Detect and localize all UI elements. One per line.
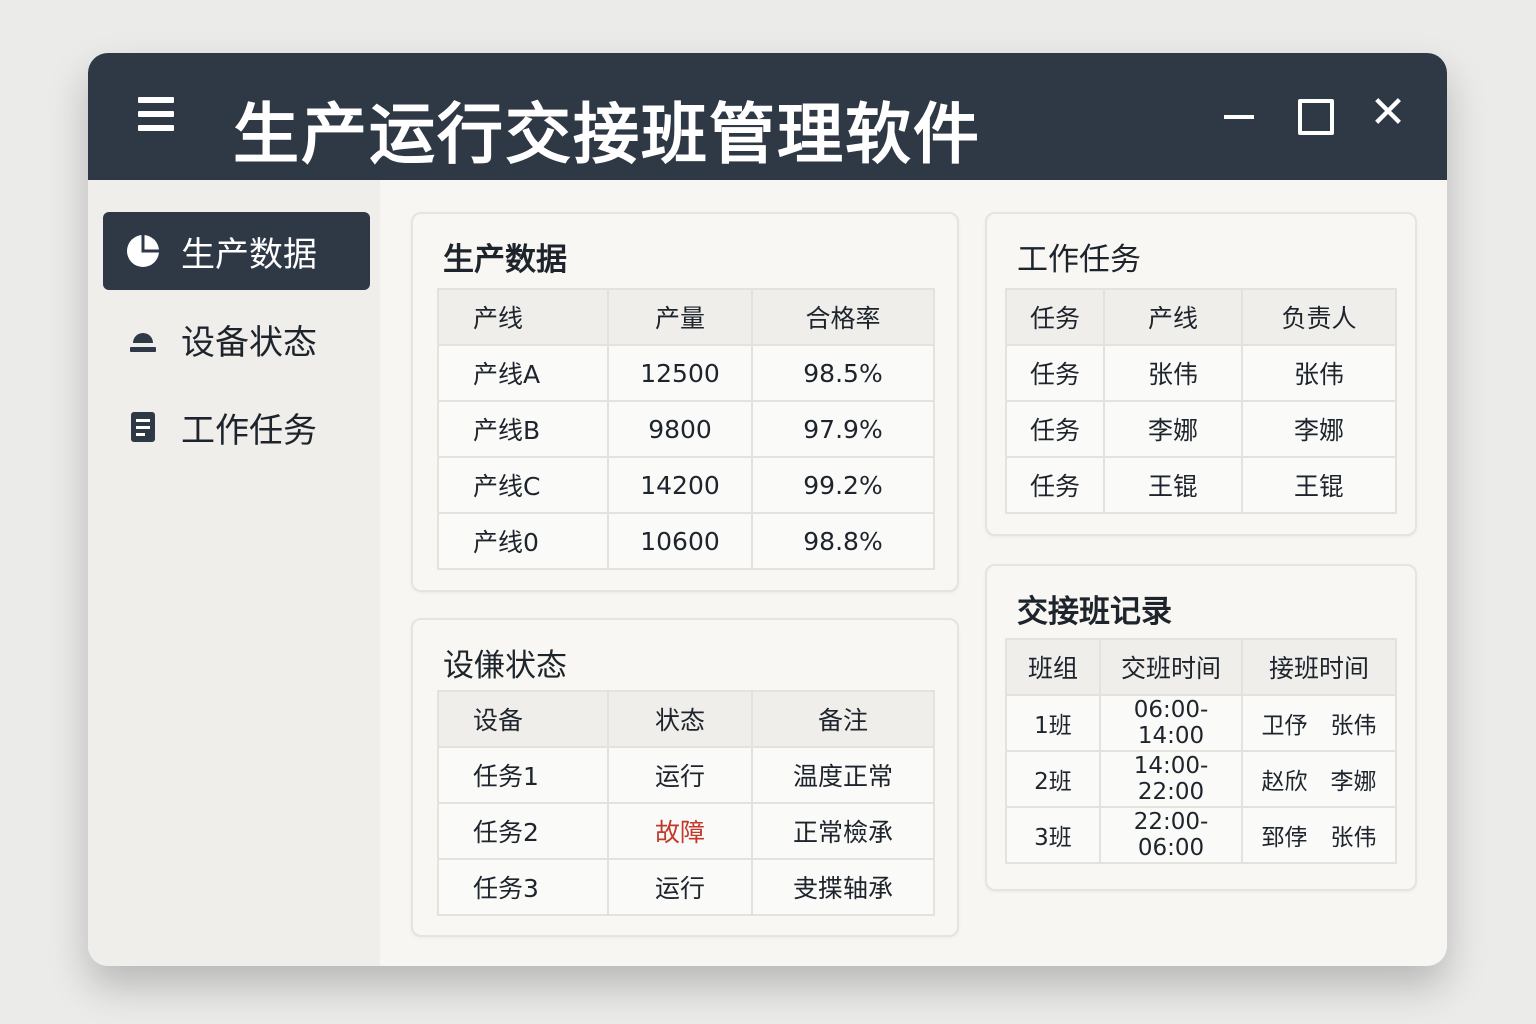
table-cell: 1班 [1005, 694, 1101, 752]
hamburger-menu-icon[interactable] [138, 97, 174, 135]
table-cell: 任务 [1005, 400, 1105, 458]
table-cell: 王锟 [1241, 456, 1397, 514]
minimize-button[interactable] [1218, 93, 1266, 141]
device-icon [125, 321, 161, 357]
table-cell: 郅侼 张伟 [1241, 806, 1397, 864]
production-table: 产线 产量 合格率 产线A 12500 98.5% 产线B 9800 97.9% 产线C 14… [437, 288, 935, 570]
table-cell: 任务2 [437, 802, 609, 860]
table-cell: 任务1 [437, 746, 609, 804]
table-cell: 赵欣 李娜 [1241, 750, 1397, 808]
column-header: 备注 [751, 690, 935, 748]
panel-title: 交接班记录 [1017, 594, 1172, 630]
equipment-table: 设备 状态 备注 任务1 运行 温度正常 任务2 故障 正常檢承 任务3 运行 叏揲轴承 [437, 690, 935, 916]
app-window: 生产运行交接班管理软件 ✕ 生产数据 设备状态 工作任务 生产数据 产线 产量 合格… [88, 53, 1447, 966]
table-row: 2班 14:00-22:00 赵欣 李娜 [1005, 750, 1397, 808]
column-header: 接班时间 [1241, 638, 1397, 696]
sidebar-item-equipment-status[interactable]: 设备状态 [103, 300, 370, 378]
table-cell: 98.8% [751, 512, 935, 570]
table-cell: 3班 [1005, 806, 1101, 864]
table-row: 任务3 运行 叏揲轴承 [437, 858, 935, 916]
shift-records-panel: 交接班记录 班组 交班时间 接班时间 1班 06:00-14:00 卫伃 张伟 2班 14… [985, 564, 1417, 891]
table-cell: 14200 [607, 456, 753, 514]
sidebar: 生产数据 设备状态 工作任务 [88, 180, 380, 966]
table-cell: 张伟 [1241, 344, 1397, 402]
table-cell: 运行 [607, 858, 753, 916]
sidebar-item-label: 设备状态 [181, 322, 317, 363]
table-cell: 14:00-22:00 [1099, 750, 1243, 808]
table-row: 产线B 9800 97.9% [437, 400, 935, 458]
column-header: 合格率 [751, 288, 935, 346]
column-header: 负责人 [1241, 288, 1397, 346]
table-row: 3班 22:00-06:00 郅侼 张伟 [1005, 806, 1397, 864]
table-cell: 温度正常 [751, 746, 935, 804]
table-cell: 产线0 [437, 512, 609, 570]
table-cell: 产线C [437, 456, 609, 514]
column-header: 产线 [437, 288, 609, 346]
table-cell: 产线A [437, 344, 609, 402]
table-cell: 10600 [607, 512, 753, 570]
production-data-panel: 生产数据 产线 产量 合格率 产线A 12500 98.5% 产线B 9800 97.9% … [411, 212, 959, 592]
table-row: 任务2 故障 正常檢承 [437, 802, 935, 860]
shifts-table: 班组 交班时间 接班时间 1班 06:00-14:00 卫伃 张伟 2班 14:00-22… [1005, 638, 1397, 864]
pie-chart-icon [125, 233, 161, 269]
table-cell: 李娜 [1103, 400, 1243, 458]
document-icon [125, 409, 161, 445]
table-cell: 22:00-06:00 [1099, 806, 1243, 864]
table-cell: 正常檢承 [751, 802, 935, 860]
table-cell: 叏揲轴承 [751, 858, 935, 916]
table-cell: 任务 [1005, 344, 1105, 402]
column-header: 任务 [1005, 288, 1105, 346]
column-header: 产线 [1103, 288, 1243, 346]
table-cell: 李娜 [1241, 400, 1397, 458]
column-header: 交班时间 [1099, 638, 1243, 696]
table-cell: 运行 [607, 746, 753, 804]
app-title: 生产运行交接班管理软件 [233, 96, 981, 173]
table-cell: 97.9% [751, 400, 935, 458]
table-cell: 99.2% [751, 456, 935, 514]
sidebar-item-production-data[interactable]: 生产数据 [103, 212, 370, 290]
equipment-status-panel: 设傔状态 设备 状态 备注 任务1 运行 温度正常 任务2 故障 正常檢承 任务3 运行 叏揲轴… [411, 618, 959, 937]
table-row: 任务 李娜 李娜 [1005, 400, 1397, 458]
table-row: 任务1 运行 温度正常 [437, 746, 935, 804]
table-row: 任务 王锟 王锟 [1005, 456, 1397, 514]
panel-title: 生产数据 [443, 242, 567, 278]
table-cell: 王锟 [1103, 456, 1243, 514]
sidebar-item-label: 工作任务 [181, 410, 317, 451]
sidebar-item-label: 生产数据 [181, 234, 317, 275]
table-cell: 卫伃 张伟 [1241, 694, 1397, 752]
table-cell: 任务 [1005, 456, 1105, 514]
column-header: 状态 [607, 690, 753, 748]
table-cell: 产线B [437, 400, 609, 458]
table-row: 产线C 14200 99.2% [437, 456, 935, 514]
table-cell: 12500 [607, 344, 753, 402]
sidebar-item-work-tasks[interactable]: 工作任务 [103, 388, 370, 466]
table-cell: 2班 [1005, 750, 1101, 808]
panel-title: 设傔状态 [443, 648, 567, 684]
table-cell: 98.5% [751, 344, 935, 402]
close-button[interactable]: ✕ [1364, 91, 1412, 141]
maximize-button[interactable] [1294, 93, 1342, 141]
column-header: 设备 [437, 690, 609, 748]
table-cell: 任务3 [437, 858, 609, 916]
fault-status: 故障 [607, 802, 753, 860]
table-row: 产线0 10600 98.8% [437, 512, 935, 570]
table-cell: 06:00-14:00 [1099, 694, 1243, 752]
column-header: 班组 [1005, 638, 1101, 696]
column-header: 产量 [607, 288, 753, 346]
table-row: 产线A 12500 98.5% [437, 344, 935, 402]
title-bar: 生产运行交接班管理软件 ✕ [88, 53, 1447, 180]
table-cell: 9800 [607, 400, 753, 458]
table-cell: 张伟 [1103, 344, 1243, 402]
panel-title: 工作任务 [1017, 242, 1141, 278]
tasks-table: 任务 产线 负责人 任务 张伟 张伟 任务 李娜 李娜 任务 王锟 王锟 [1005, 288, 1397, 514]
table-row: 任务 张伟 张伟 [1005, 344, 1397, 402]
table-row: 1班 06:00-14:00 卫伃 张伟 [1005, 694, 1397, 752]
work-tasks-panel: 工作任务 任务 产线 负责人 任务 张伟 张伟 任务 李娜 李娜 任务 王锟 王锟 [985, 212, 1417, 536]
